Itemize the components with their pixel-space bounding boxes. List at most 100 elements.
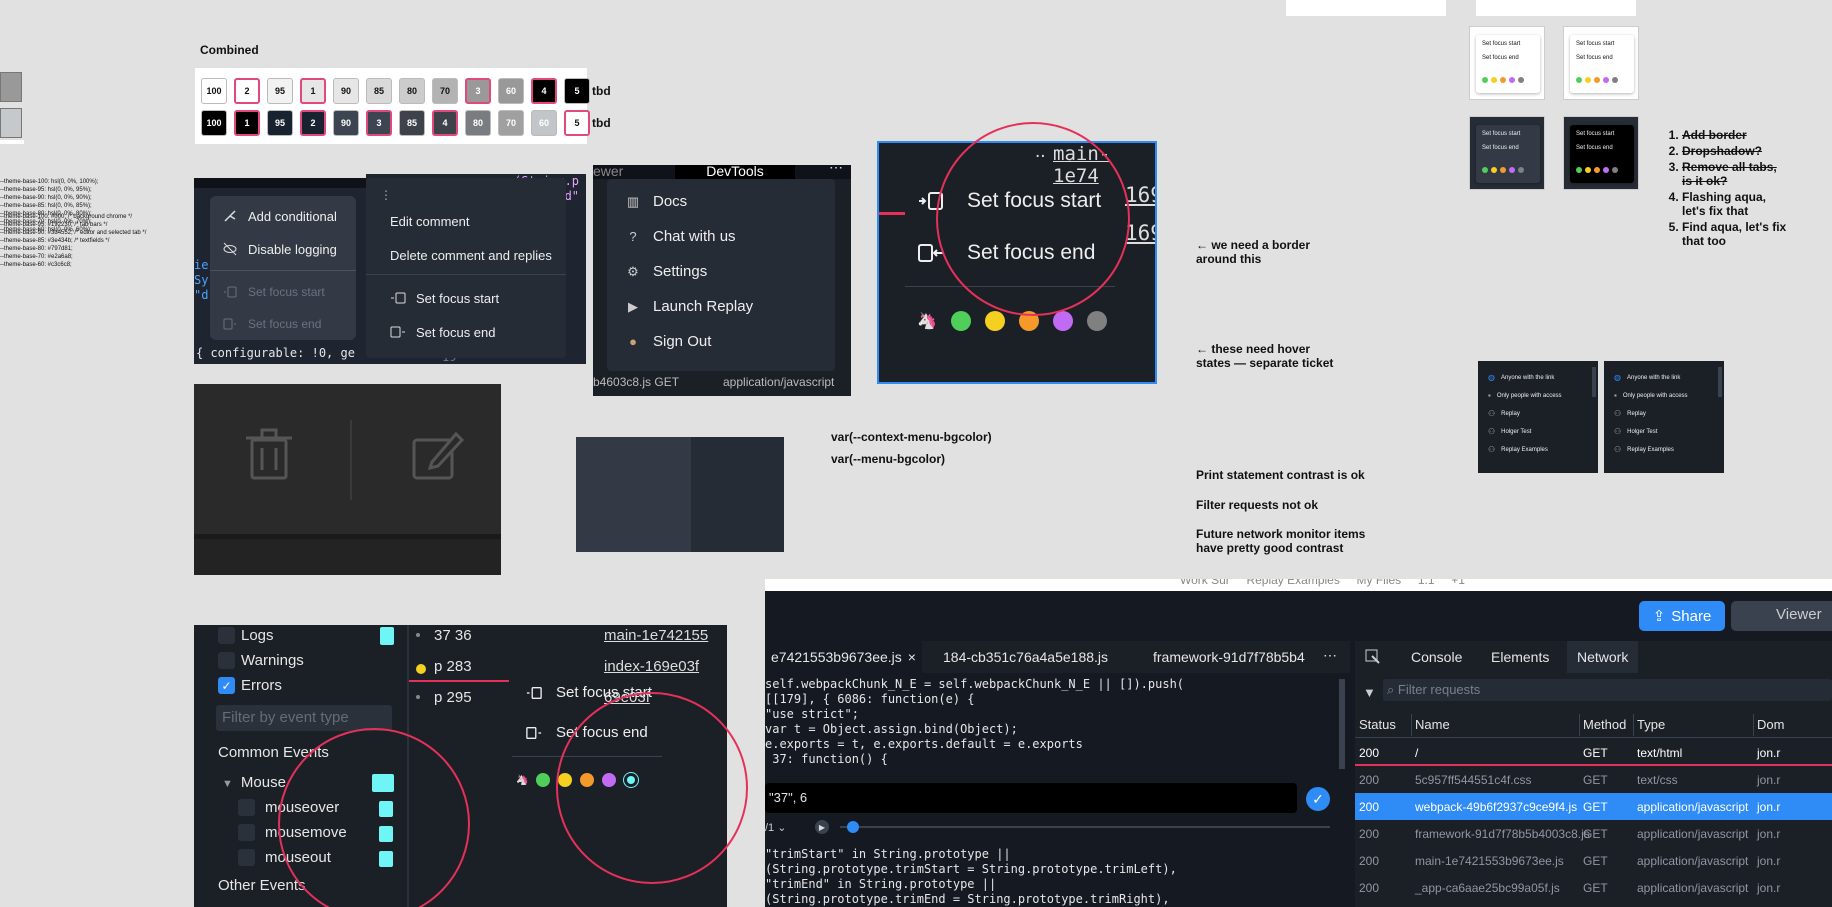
filter-errors[interactable]: ✓ Errors <box>218 677 282 694</box>
share-option[interactable]: ⚇ Replay <box>1488 409 1520 418</box>
bullet-dot <box>416 695 420 699</box>
filter-icon[interactable]: ▼ <box>1363 685 1376 700</box>
filter-label: Errors <box>241 677 282 694</box>
checkbox[interactable] <box>238 799 255 816</box>
swatch-dark-3: 2 <box>300 110 326 136</box>
share-option[interactable]: ⚇ Replay Examples <box>1614 445 1674 454</box>
checkbox[interactable]: ✓ <box>218 677 235 694</box>
network-cell-name: framework-91d7f78b5b4003c8.js <box>1415 826 1590 841</box>
column-header[interactable]: Status <box>1359 717 1396 732</box>
network-row[interactable]: 200 main-1e7421553b9673ee.js GET applicatio… <box>1355 847 1832 874</box>
editor-tab[interactable]: framework-91d7f78b5b4 <box>1147 641 1311 673</box>
console-source-link[interactable]: main-1e742155 <box>604 627 708 644</box>
column-header[interactable]: Name <box>1415 717 1450 732</box>
panel-tab-network[interactable]: Network <box>1567 641 1639 673</box>
thumbnail-dot <box>1509 77 1515 83</box>
more-tabs-icon[interactable]: ⋯ <box>1323 647 1337 664</box>
close-icon[interactable]: × <box>908 649 916 665</box>
share-button[interactable]: ⇪ Share <box>1639 601 1725 631</box>
set-focus-start-item[interactable]: Set focus start <box>390 290 499 306</box>
swatch-dark-9: 70 <box>498 110 524 136</box>
network-row[interactable]: 200 _app-ca6aae25bc99a05f.js GET applicatio… <box>1355 874 1832 901</box>
menu-item-settings[interactable]: ⚙ Settings <box>625 263 707 280</box>
theme-var-line: --theme-base-70: #e2a6a8; <box>0 254 73 260</box>
network-cell-status: 200 <box>1359 853 1380 868</box>
menu-item-sign-out[interactable]: ● Sign Out <box>625 333 711 350</box>
network-row[interactable]: 200 framework-91d7f78b5b4003c8.js GET appli… <box>1355 820 1832 847</box>
menu-item-chat-with-us[interactable]: ? Chat with us <box>625 228 735 245</box>
combined-title: Combined <box>200 43 259 57</box>
share-option[interactable]: ◍ Anyone with the link <box>1614 373 1680 382</box>
color-dot-0[interactable] <box>950 311 971 331</box>
swatch-light-7: 70 <box>432 78 458 104</box>
play-icon[interactable]: ▶ <box>815 820 829 834</box>
share-option[interactable]: ⚇ Holger Test <box>1614 427 1657 436</box>
menu-item-launch-replay[interactable]: ▶ Launch Replay <box>625 298 753 315</box>
color-dot-0[interactable] <box>536 773 551 787</box>
add-conditional-item[interactable]: Add conditional <box>222 208 337 224</box>
network-row[interactable]: 200 webpack-49b6f2937c9ce9f4.js GET applica… <box>1355 793 1832 820</box>
panel-tab-console[interactable]: Console <box>1401 641 1472 673</box>
share-option[interactable]: ⚇ Replay Examples <box>1488 445 1548 454</box>
editor-tab[interactable]: 184-cb351c76a4a5e188.js <box>937 641 1114 673</box>
event-filter-input[interactable]: Filter by event type <box>216 705 392 731</box>
devtools-header-tab[interactable]: DevTools <box>675 165 795 179</box>
color-dot-1[interactable] <box>984 311 1005 331</box>
network-row[interactable]: 200 / GET text/html jon.r <box>1355 739 1832 766</box>
viewer-button[interactable]: Viewer <box>1731 601 1832 631</box>
checkbox[interactable] <box>218 652 235 669</box>
share-option[interactable]: ▪ Only people with access <box>1488 391 1562 400</box>
scrollbar[interactable] <box>1718 367 1722 397</box>
confirm-check-icon[interactable]: ✓ <box>1306 787 1330 811</box>
checkbox[interactable] <box>218 627 235 644</box>
checkbox[interactable] <box>238 849 255 866</box>
panel-tab-elements[interactable]: Elements <box>1481 641 1559 673</box>
thumbnail-dot <box>1518 167 1524 173</box>
menu-item-docs[interactable]: ▥ Docs <box>625 193 687 210</box>
console-source-link[interactable]: index-169e03f <box>604 658 699 675</box>
filter-logs[interactable]: Logs <box>218 627 274 644</box>
trash-icon[interactable] <box>246 428 292 485</box>
share-option-label: Replay <box>1627 410 1646 417</box>
checkbox[interactable] <box>238 824 255 841</box>
context-menu-2: ⋮ Edit comment Delete comment and replie… <box>366 178 566 358</box>
network-row[interactable]: 200 5c957ff544551c4f.css GET text/css jon.r <box>1355 766 1832 793</box>
share-option[interactable]: ▪ Only people with access <box>1614 391 1688 400</box>
theme-var-line: --theme-base-80: #797d81; <box>0 246 73 252</box>
editor-tab[interactable]: e7421553b9673ee.js × <box>765 641 922 673</box>
timeline-slider[interactable] <box>840 826 1330 828</box>
todo-item-3: Remove all tabs, is it ok? <box>1682 160 1788 188</box>
inspect-icon[interactable] <box>1365 649 1381 670</box>
viewer-tab[interactable]: ewer <box>593 165 623 179</box>
network-cell-name: webpack-49b6f2937c9ce9f4.js <box>1415 799 1578 814</box>
column-header[interactable]: Method <box>1583 717 1626 732</box>
pager[interactable]: /1 ⌄ <box>765 821 786 834</box>
column-header[interactable]: Dom <box>1757 717 1784 732</box>
column-header[interactable]: Type <box>1637 717 1665 732</box>
note-print: Print statement contrast is ok <box>1196 468 1365 482</box>
filter-requests-input[interactable]: ⌕ Filter requests <box>1383 679 1832 701</box>
mouse-group[interactable]: ▼ Mouse <box>222 774 286 791</box>
color-dot-4[interactable] <box>1086 311 1107 331</box>
triangle-down-icon: ▼ <box>222 778 233 790</box>
log-input[interactable]: "37", 6 <box>765 783 1297 813</box>
disable-logging-item[interactable]: Disable logging <box>222 241 337 257</box>
set-focus-end-item[interactable]: Set focus end <box>390 324 496 340</box>
thumbnail-dots <box>1576 167 1618 173</box>
delete-comment-item[interactable]: Delete comment and replies <box>390 248 552 263</box>
timeline-handle[interactable] <box>847 821 859 833</box>
swatch-light-11: 5 <box>564 78 590 104</box>
edit-comment-item[interactable]: Edit comment <box>390 214 469 229</box>
color-dot-3[interactable] <box>1052 311 1073 331</box>
swatch-light-2: 95 <box>267 78 293 104</box>
filter-warnings[interactable]: Warnings <box>218 652 304 669</box>
edit-icon[interactable] <box>412 430 465 487</box>
share-option[interactable]: ◍ Anyone with the link <box>1488 373 1554 382</box>
share-option[interactable]: ⚇ Holger Test <box>1488 427 1531 436</box>
share-option[interactable]: ⚇ Replay <box>1614 409 1646 418</box>
globe-icon: ◍ <box>1614 373 1621 382</box>
console-value: 37 36 <box>434 627 472 644</box>
thumbnail-end: Set focus end <box>1576 145 1613 151</box>
other-events-heading: Other Events <box>218 877 306 894</box>
scrollbar[interactable] <box>1592 367 1596 397</box>
